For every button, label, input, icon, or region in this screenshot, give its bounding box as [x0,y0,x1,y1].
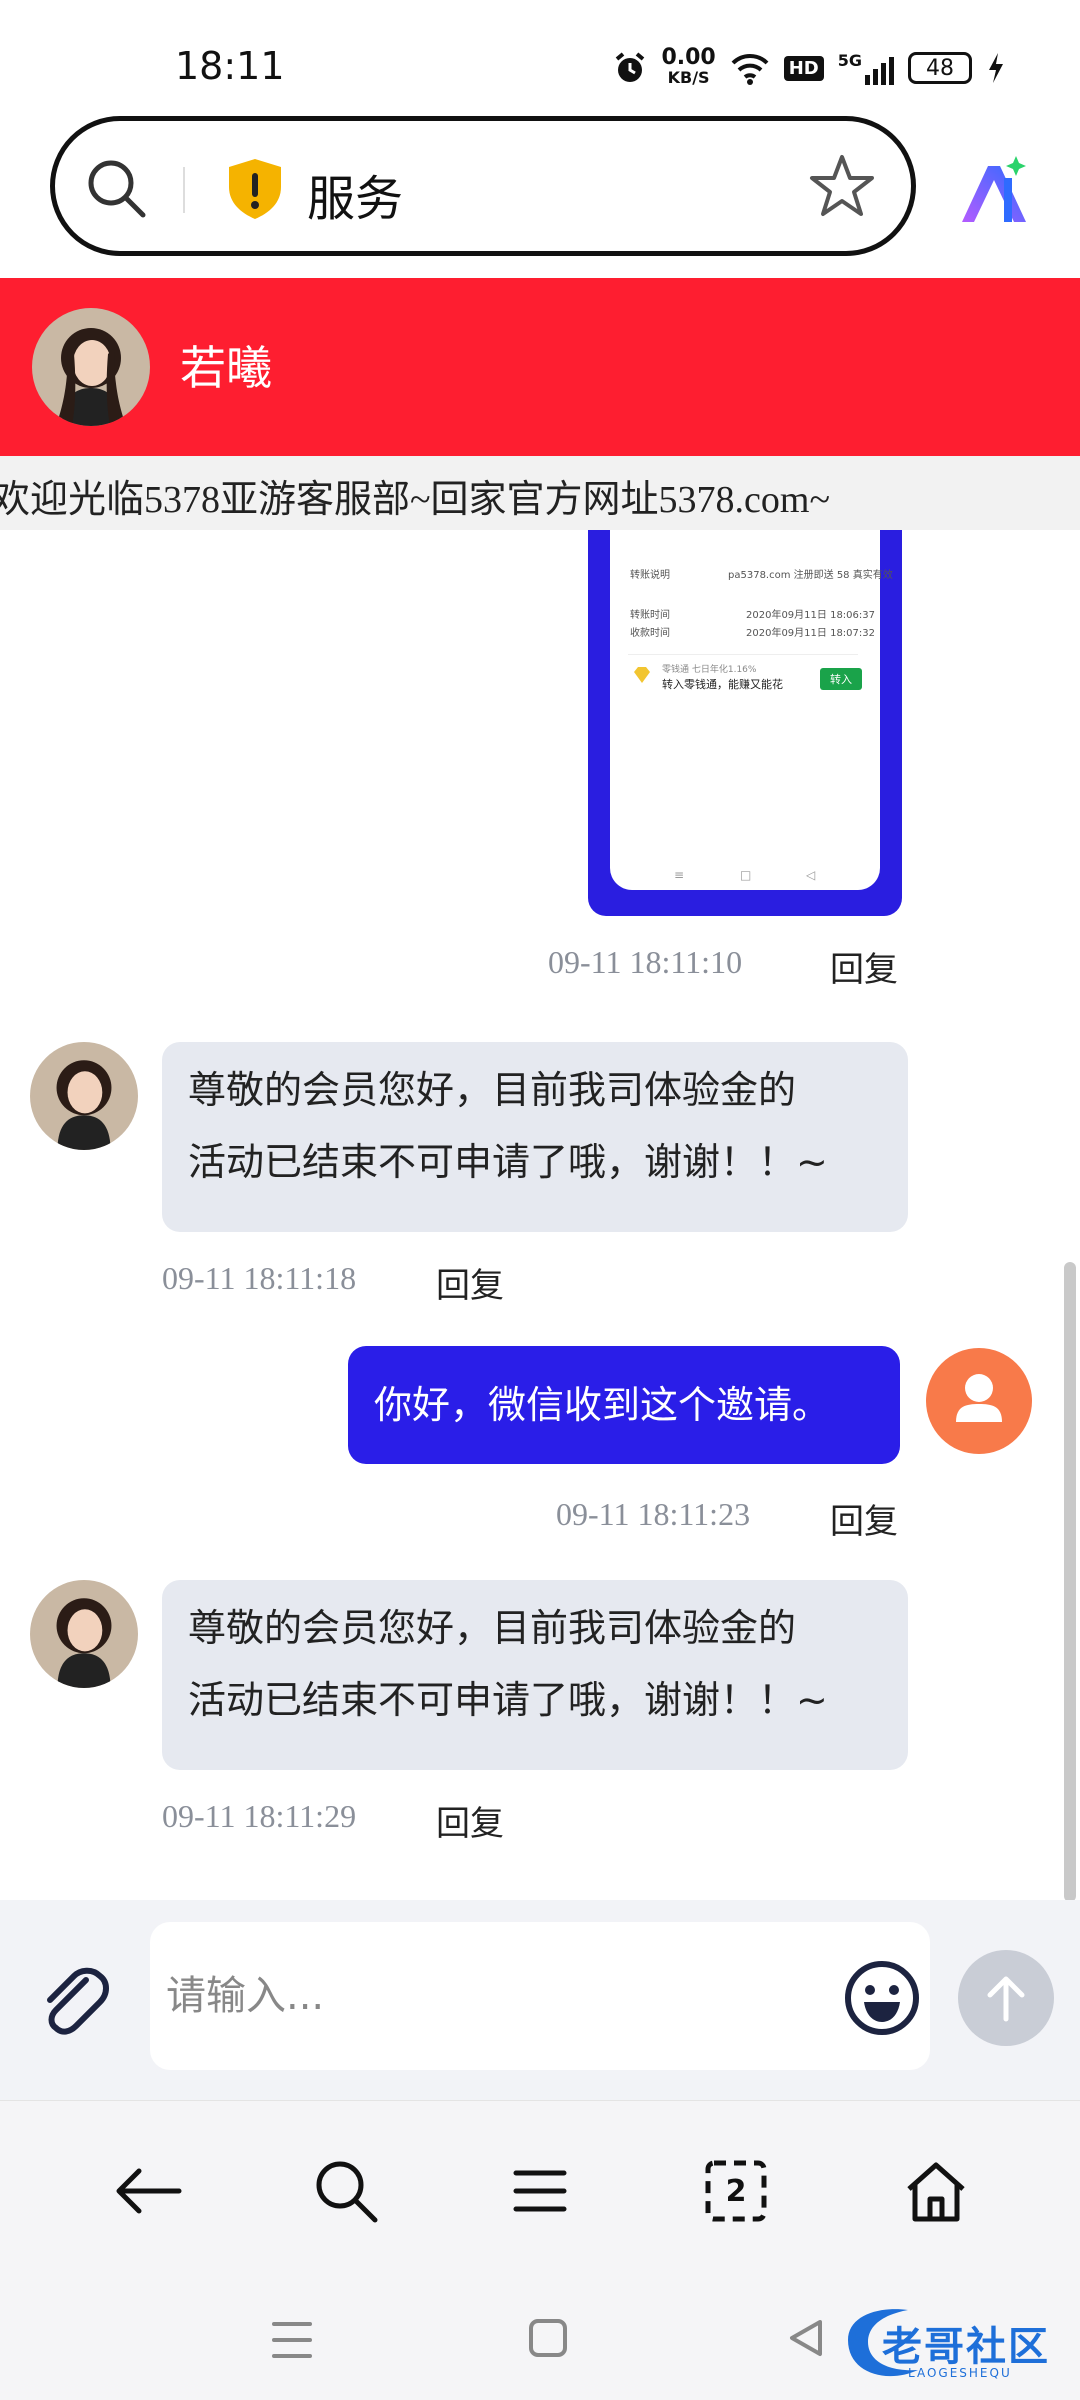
network-speed: 0.00 KB/S [661,45,716,88]
network-speed-unit: KB/S [667,68,710,87]
address-bar[interactable]: 服务 [50,116,916,256]
diamond-icon [634,667,650,683]
message-line: 活动已结束不可申请了哦，谢谢！！~ [188,1678,828,1722]
home-icon [907,2162,965,2222]
message-input[interactable] [150,1922,930,2070]
status-time: 18:11 [175,44,285,88]
wifi-icon [731,53,769,85]
message-timestamp: 09-11 18:11:23 [556,1496,751,1532]
image-row-label: 转账时间 [630,610,670,621]
tabs-button[interactable]: 2 [696,2151,776,2231]
agent-avatar[interactable] [30,1580,138,1688]
user-avatar[interactable] [926,1348,1032,1454]
menu-button[interactable] [500,2151,580,2231]
arrow-up-icon [987,1976,1025,2022]
star-icon[interactable] [807,151,877,221]
reply-button[interactable]: 回复 [436,1258,504,1307]
menu-icon: ≡ [674,868,685,882]
shield-warning-icon[interactable] [225,157,285,221]
battery-indicator: 48 [908,52,972,84]
chat-header: 若曦 [0,278,1080,456]
chat-messages[interactable]: 转账说明 pa5378.com 注册即送 58 真实有效 转账时间 2020年0… [0,530,1060,1900]
signal-label: 5G [837,51,862,70]
charging-icon [989,53,1003,83]
promo-line: 转入零钱通，能赚又能花 [662,678,783,691]
back-icon: ◁ [806,868,816,882]
scrollbar[interactable] [1064,1262,1076,1902]
search-button[interactable] [306,2151,386,2231]
image-row-label: 收款时间 [630,628,670,639]
message-timestamp: 09-11 18:11:18 [162,1260,357,1296]
image-message[interactable]: 转账说明 pa5378.com 注册即送 58 真实有效 转账时间 2020年0… [588,530,902,916]
attachment-icon[interactable] [34,1962,114,2042]
reply-button[interactable]: 回复 [436,1796,504,1845]
message-bubble[interactable]: 尊敬的会员您好，目前我司体验金的 活动已结束不可申请了哦，谢谢！！~ [162,1042,908,1232]
arrow-left-icon [116,2168,182,2214]
send-button[interactable] [958,1950,1054,2046]
message-input-bar [0,1900,1080,2100]
image-message-content: 转账说明 pa5378.com 注册即送 58 真实有效 转账时间 2020年0… [610,530,893,890]
emoji-icon[interactable] [842,1958,922,2038]
agent-avatar[interactable] [32,308,150,426]
message-timestamp: 09-11 18:11:10 [548,944,743,980]
message-timestamp: 09-11 18:11:29 [162,1798,357,1834]
promo-button: 转入 [820,668,862,690]
address-divider [183,167,185,213]
image-row-value: 2020年09月11日 18:07:32 [746,628,875,639]
announcement-text: 欢迎光临5378亚游客服部~回家官方网址5378.com~ [0,479,831,521]
ai-assistant-icon[interactable] [954,152,1034,232]
back-icon[interactable] [786,2318,826,2358]
browser-toolbar: 2 [0,2100,1080,2271]
menu-icon [513,2170,567,2212]
promo-line: 零钱通 七日年化1.16% [662,665,757,675]
hd-badge: HD [783,55,824,81]
watermark-text: 老哥社区 [882,2324,1050,2370]
message-line: 活动已结束不可申请了哦，谢谢！！~ [188,1140,828,1184]
recent-apps-icon[interactable] [270,2320,314,2360]
message-bubble[interactable]: 你好，微信收到这个邀请。 [348,1346,900,1464]
signal-icon: 5G [838,51,894,85]
network-speed-value: 0.00 [661,45,716,70]
image-row-value: 2020年09月11日 18:06:37 [746,610,875,621]
announcement-bar: 欢迎光临5378亚游客服部~回家官方网址5378.com~ [0,456,1080,530]
agent-avatar[interactable] [30,1042,138,1150]
search-icon [316,2161,378,2223]
image-row-label: 转账说明 [630,570,670,581]
message-line: 你好，微信收到这个邀请。 [374,1383,831,1427]
home-button[interactable] [896,2151,976,2231]
reply-button[interactable]: 回复 [830,942,898,991]
message-line: 尊敬的会员您好，目前我司体验金的 [188,1068,797,1112]
tabs-count: 2 [725,2173,747,2209]
reply-button[interactable]: 回复 [830,1494,898,1543]
search-icon[interactable] [85,157,149,221]
message-bubble[interactable]: 尊敬的会员您好，目前我司体验金的 活动已结束不可申请了哦，谢谢！！~ [162,1580,908,1770]
home-icon[interactable] [528,2318,568,2358]
home-icon: □ [740,868,752,882]
status-icons: 0.00 KB/S HD 5G 48 [613,44,1006,92]
back-button[interactable] [108,2151,188,2231]
watermark-logo: 老哥社区 LAOGESHEQU [838,2300,1068,2390]
message-line: 尊敬的会员您好，目前我司体验金的 [188,1606,797,1650]
agent-name: 若曦 [180,341,272,395]
image-row-value: pa5378.com 注册即送 58 真实有效 [728,570,893,581]
alarm-icon [616,52,645,82]
page-title[interactable]: 服务 [307,159,403,229]
watermark-subtext: LAOGESHEQU [908,2366,1012,2380]
